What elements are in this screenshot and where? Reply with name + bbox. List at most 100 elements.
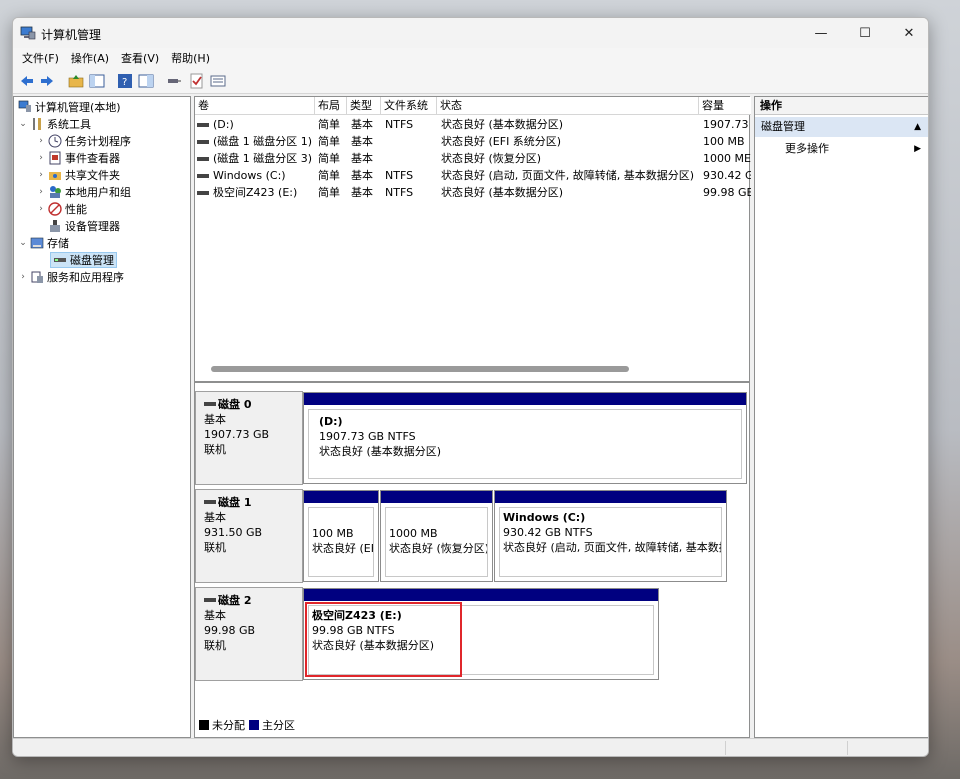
col-header-volume[interactable]: 卷 bbox=[195, 97, 315, 115]
tree-item-system-tools[interactable]: ⌄ 系统工具 bbox=[18, 116, 91, 132]
status-cell bbox=[725, 741, 847, 755]
tree-item-storage[interactable]: ⌄ 存储 bbox=[18, 235, 69, 251]
toolbar: ? bbox=[13, 68, 928, 94]
chevron-down-icon[interactable]: ⌄ bbox=[18, 238, 28, 248]
partition-size: 1000 MB bbox=[389, 527, 438, 540]
col-header-capacity[interactable]: 容量 bbox=[699, 97, 751, 115]
tree-label-disk-management: 磁盘管理 bbox=[70, 254, 114, 267]
connect-icon[interactable] bbox=[166, 73, 182, 89]
event-viewer-icon bbox=[49, 151, 61, 165]
primary-partition-bar bbox=[304, 393, 746, 405]
title-bar[interactable]: 计算机管理 — ☐ ✕ bbox=[13, 18, 928, 48]
tree-item-event-viewer[interactable]: › 事件查看器 bbox=[36, 150, 120, 166]
menu-view[interactable]: 查看(V) bbox=[115, 48, 165, 68]
svg-text:?: ? bbox=[122, 77, 127, 88]
table-row[interactable]: 极空间Z423 (E:) 简单 基本 NTFS 状态良好 (基本数据分区) 99.98 G… bbox=[195, 185, 751, 201]
collapse-up-icon[interactable]: ▲ bbox=[914, 117, 921, 137]
col-header-layout[interactable]: 布局 bbox=[315, 97, 347, 115]
tree-item-performance[interactable]: › 性能 bbox=[36, 201, 87, 217]
chevron-down-icon[interactable]: ⌄ bbox=[18, 119, 28, 129]
back-arrow-icon[interactable] bbox=[19, 73, 35, 89]
close-button[interactable]: ✕ bbox=[887, 18, 928, 48]
disk0-name: 磁盘 0 bbox=[218, 398, 252, 411]
col-header-status[interactable]: 状态 bbox=[437, 97, 699, 115]
help-icon[interactable]: ? bbox=[117, 73, 133, 89]
disk1-info[interactable]: 磁盘 1 基本 931.50 GB 联机 bbox=[195, 489, 303, 583]
chevron-right-icon[interactable]: › bbox=[18, 272, 28, 282]
computer-management-icon bbox=[18, 100, 31, 112]
disk1-type: 基本 bbox=[204, 511, 226, 524]
tree-item-device-manager[interactable]: 设备管理器 bbox=[46, 218, 120, 234]
show-hide-tree-icon[interactable] bbox=[89, 73, 105, 89]
status-cell bbox=[847, 741, 928, 755]
volume-name-cell: Windows (C:) bbox=[197, 168, 315, 184]
disk-drive-icon bbox=[54, 258, 66, 262]
col-header-type[interactable]: 类型 bbox=[347, 97, 381, 115]
disk0-status: 联机 bbox=[204, 443, 226, 456]
disk0-partition-d-details: (D:) 1907.73 GB NTFS 状态良好 (基本数据分区) bbox=[308, 409, 742, 479]
check-icon[interactable] bbox=[189, 73, 205, 89]
chevron-right-icon[interactable]: › bbox=[36, 136, 46, 146]
partition-title: (D:) bbox=[319, 415, 343, 428]
tree-item-services-apps[interactable]: › 服务和应用程序 bbox=[18, 269, 124, 285]
disk-graphical-view: 磁盘 0 基本 1907.73 GB 联机 (D:) 1907.73 GB NT… bbox=[194, 382, 750, 738]
actions-section-disk-management[interactable]: 磁盘管理 ▲ bbox=[755, 117, 928, 137]
volume-name-cell: (磁盘 1 磁盘分区 1) bbox=[197, 134, 315, 150]
disk0-partition-d[interactable]: (D:) 1907.73 GB NTFS 状态良好 (基本数据分区) bbox=[303, 392, 747, 484]
tree-item-local-users[interactable]: › 本地用户和组 bbox=[36, 184, 131, 200]
menu-help[interactable]: 帮助(H) bbox=[165, 48, 216, 68]
tree-item-root[interactable]: 计算机管理(本地) bbox=[16, 99, 121, 115]
disk1-status: 联机 bbox=[204, 541, 226, 554]
primary-partition-bar bbox=[304, 491, 378, 503]
col-header-filesystem[interactable]: 文件系统 bbox=[381, 97, 437, 115]
disk1-partition-efi[interactable]: 100 MB 状态良好 (EF bbox=[303, 490, 379, 582]
disk1-size: 931.50 GB bbox=[204, 526, 263, 539]
table-cell: 简单 bbox=[318, 186, 340, 199]
chevron-right-icon[interactable]: › bbox=[36, 187, 46, 197]
volume-name-cell: (磁盘 1 磁盘分区 3) bbox=[197, 151, 315, 167]
tree-label-storage: 存储 bbox=[47, 237, 69, 250]
chevron-right-icon[interactable]: › bbox=[36, 170, 46, 180]
table-cell: 简单 bbox=[318, 152, 340, 165]
table-row[interactable]: (D:) 简单 基本 NTFS 状态良好 (基本数据分区) 1907.73 bbox=[195, 117, 751, 133]
table-cell: 简单 bbox=[318, 135, 340, 148]
disk1-partition-recovery[interactable]: 1000 MB 状态良好 (恢复分区) bbox=[380, 490, 493, 582]
table-cell bbox=[385, 134, 437, 150]
volume-name-cell: (D:) bbox=[197, 117, 315, 133]
actions-pane: 操作 磁盘管理 ▲ 更多操作 ▶ bbox=[754, 96, 928, 738]
legend-primary: 主分区 bbox=[262, 719, 295, 732]
table-cell: 状态良好 (启动, 页面文件, 故障转储, 基本数据分区) bbox=[441, 169, 695, 182]
tree-item-disk-management[interactable]: 磁盘管理 bbox=[50, 252, 117, 268]
computer-management-icon bbox=[20, 26, 36, 40]
volume-name: (磁盘 1 磁盘分区 1) bbox=[213, 135, 313, 148]
menu-action[interactable]: 操作(A) bbox=[65, 48, 115, 68]
actions-title: 操作 bbox=[755, 97, 928, 115]
minimize-icon: — bbox=[814, 25, 828, 41]
disk2-type: 基本 bbox=[204, 609, 226, 622]
table-row[interactable]: (磁盘 1 磁盘分区 3) 简单 基本 状态良好 (恢复分区) 1000 ME bbox=[195, 151, 751, 167]
disk-icon bbox=[204, 598, 216, 602]
menu-file[interactable]: 文件(F) bbox=[13, 48, 65, 68]
chevron-right-icon[interactable]: › bbox=[36, 204, 46, 214]
disk2-info[interactable]: 磁盘 2 基本 99.98 GB 联机 bbox=[195, 587, 303, 681]
more-actions[interactable]: 更多操作 ▶ bbox=[755, 139, 928, 159]
maximize-button[interactable]: ☐ bbox=[843, 18, 887, 48]
volume-name: 极空间Z423 (E:) bbox=[213, 186, 298, 199]
disk1-partition-c[interactable]: Windows (C:) 930.42 GB NTFS 状态良好 (启动, 页面… bbox=[494, 490, 727, 582]
tree-item-task-scheduler[interactable]: › 任务计划程序 bbox=[36, 133, 131, 149]
table-row[interactable]: Windows (C:) 简单 基本 NTFS 状态良好 (启动, 页面文件, 故障转储… bbox=[195, 168, 751, 184]
disk0-info[interactable]: 磁盘 0 基本 1907.73 GB 联机 bbox=[195, 391, 303, 485]
minimize-button[interactable]: — bbox=[799, 18, 843, 48]
table-cell: NTFS bbox=[385, 186, 414, 199]
forward-arrow-icon[interactable] bbox=[39, 73, 55, 89]
tree-label-services-apps: 服务和应用程序 bbox=[47, 271, 124, 284]
clock-icon bbox=[48, 134, 62, 148]
horizontal-scrollbar[interactable] bbox=[211, 366, 629, 372]
list-view-icon[interactable] bbox=[210, 73, 226, 89]
up-folder-icon[interactable] bbox=[68, 73, 84, 89]
chevron-right-icon[interactable]: › bbox=[36, 153, 46, 163]
properties-view-icon[interactable] bbox=[138, 73, 154, 89]
tree-item-shared-folders[interactable]: › 共享文件夹 bbox=[36, 167, 120, 183]
legend: 未分配 主分区 bbox=[199, 716, 295, 734]
table-row[interactable]: (磁盘 1 磁盘分区 1) 简单 基本 状态良好 (EFI 系统分区) 100 MB bbox=[195, 134, 751, 150]
